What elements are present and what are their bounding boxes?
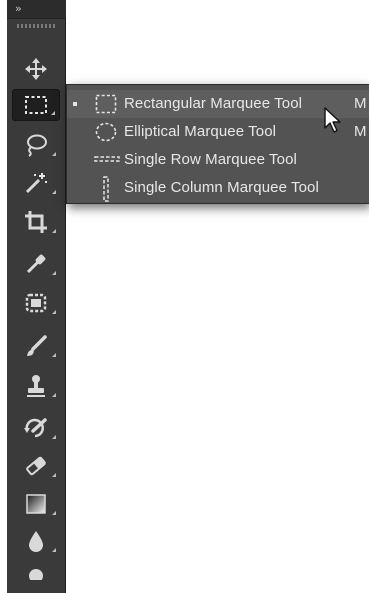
- single-column-marquee-icon: [103, 176, 109, 202]
- gradient-icon: [26, 494, 46, 514]
- menu-item-shortcut: M: [354, 123, 367, 140]
- menu-item-label: Elliptical Marquee Tool: [124, 123, 277, 140]
- eraser-tool[interactable]: [12, 450, 60, 482]
- panel-collapse-bar[interactable]: ››: [7, 0, 66, 19]
- more-tools-indicator: [52, 152, 56, 156]
- spot-healing-tool[interactable]: [12, 287, 60, 319]
- rectangular-marquee-tool[interactable]: [12, 89, 60, 121]
- menu-item-shortcut: M: [354, 95, 367, 112]
- move-icon: [25, 58, 47, 80]
- tools-panel: ››: [7, 0, 66, 593]
- history-brush-tool[interactable]: [12, 412, 60, 444]
- more-tools-indicator: [52, 548, 56, 552]
- more-tools-indicator: [52, 393, 56, 397]
- more-tools-indicator: [52, 435, 56, 439]
- brush-tool[interactable]: [12, 330, 60, 362]
- more-tools-indicator: [52, 271, 56, 275]
- more-tools-indicator: [52, 473, 56, 477]
- gradient-tool[interactable]: [12, 488, 60, 520]
- mouse-pointer-icon: [324, 107, 341, 133]
- marquee-tools-flyout-menu: Rectangular Marquee Tool M Elliptical Ma…: [66, 84, 369, 204]
- magic-wand-tool[interactable]: [12, 167, 60, 199]
- lasso-tool[interactable]: [12, 129, 60, 161]
- stamp-icon: [27, 375, 45, 397]
- rectangular-marquee-icon: [95, 94, 117, 114]
- elliptical-marquee-icon: [95, 122, 117, 142]
- rectangular-marquee-icon: [25, 96, 47, 114]
- history-brush-icon: [24, 418, 47, 438]
- dodge-tool[interactable]: [12, 566, 60, 593]
- single-row-marquee-icon: [94, 156, 120, 162]
- menu-item-single-column-marquee[interactable]: Single Column Marquee Tool: [67, 174, 369, 202]
- crop-icon: [25, 211, 47, 233]
- more-tools-indicator: [52, 229, 56, 233]
- blur-tool[interactable]: [12, 525, 60, 557]
- more-tools-indicator: [52, 511, 56, 515]
- crop-tool[interactable]: [12, 206, 60, 238]
- more-tools-indicator: [52, 353, 56, 357]
- menu-item-label: Single Row Marquee Tool: [124, 151, 297, 168]
- move-tool[interactable]: [12, 53, 60, 85]
- brush-icon: [27, 335, 47, 356]
- lasso-icon: [27, 134, 47, 157]
- healing-icon: [25, 293, 47, 313]
- eyedropper-tool[interactable]: [12, 248, 60, 280]
- panel-grip-handle[interactable]: [17, 24, 55, 28]
- more-tools-indicator: [52, 310, 56, 314]
- magic-wand-icon: [25, 173, 47, 194]
- blur-drop-icon: [29, 531, 43, 552]
- more-tools-indicator: [52, 190, 56, 194]
- more-tools-indicator: [51, 111, 55, 115]
- clone-stamp-tool[interactable]: [12, 370, 60, 402]
- eyedropper-icon: [26, 254, 46, 274]
- menu-item-single-row-marquee[interactable]: Single Row Marquee Tool: [67, 146, 369, 174]
- menu-item-label: Single Column Marquee Tool: [124, 179, 319, 196]
- eraser-icon: [26, 456, 46, 476]
- selected-bullet-icon: [73, 102, 77, 106]
- menu-item-label: Rectangular Marquee Tool: [124, 95, 303, 112]
- dodge-icon: [29, 569, 43, 580]
- double-chevron-icon[interactable]: ››: [15, 2, 22, 15]
